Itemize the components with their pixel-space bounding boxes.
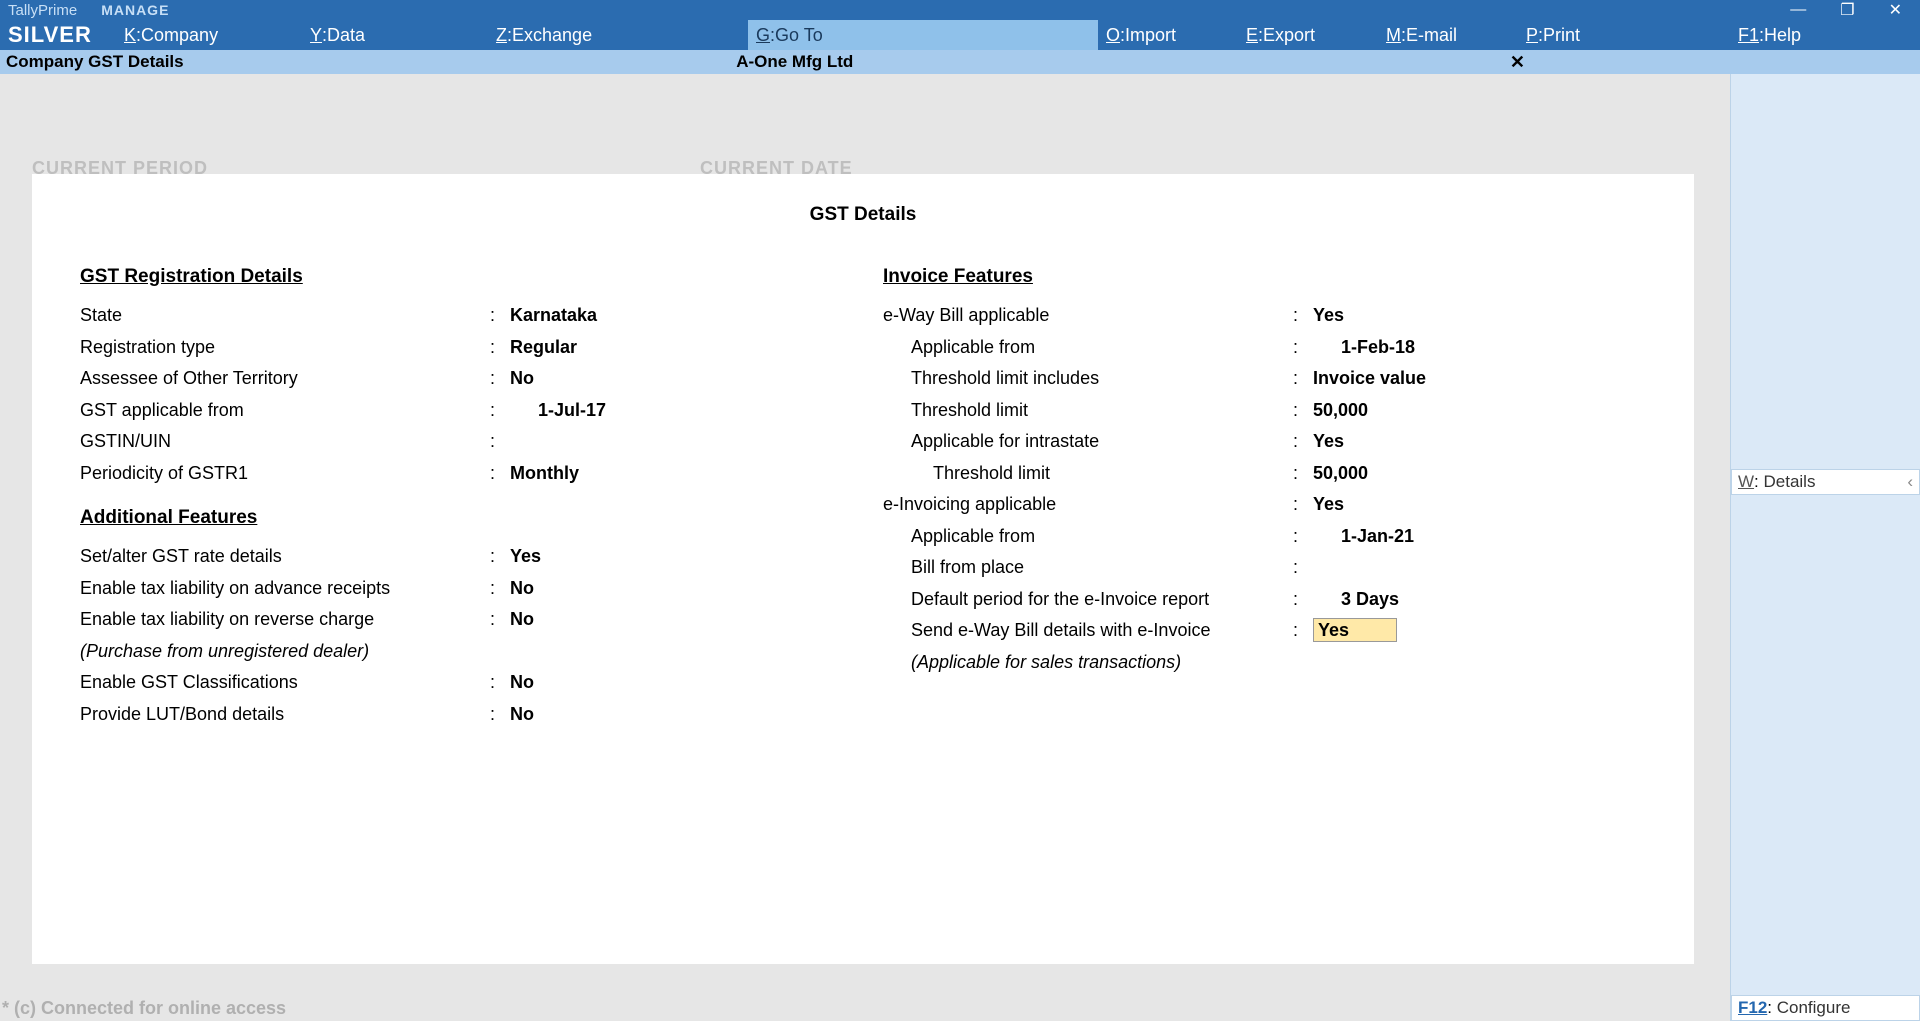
left-column: GST Registration Details State:Karnataka…: [80, 256, 843, 730]
rev-value[interactable]: No: [510, 604, 843, 636]
manage-link[interactable]: MANAGE: [101, 2, 169, 18]
reg-heading: GST Registration Details: [80, 266, 843, 288]
menu-print[interactable]: P:Print: [1518, 20, 1658, 50]
eway-value[interactable]: Yes: [1313, 300, 1646, 332]
eway-thr-value[interactable]: 50,000: [1313, 395, 1646, 427]
company-name: A-One Mfg Ltd: [736, 52, 853, 72]
menu-help[interactable]: F1:Help: [1730, 25, 1920, 46]
eway-intra-value[interactable]: Yes: [1313, 426, 1646, 458]
inv-heading: Invoice Features: [883, 266, 1646, 288]
breadcrumb: Company GST Details A-One Mfg Ltd ✕: [0, 50, 1730, 74]
gst-details-form: GST Details GST Registration Details Sta…: [32, 174, 1694, 964]
rev-note: (Purchase from unregistered dealer): [80, 636, 490, 668]
menu-goto[interactable]: G:Go To: [748, 20, 1098, 50]
state-label: State: [80, 300, 490, 332]
right-column: Invoice Features e-Way Bill applicable:Y…: [883, 256, 1646, 730]
defp-value[interactable]: 3 Days: [1313, 584, 1646, 616]
brand: TallyPrime: [8, 2, 77, 19]
period-value[interactable]: Monthly: [510, 458, 843, 490]
gstfrom-label: GST applicable from: [80, 395, 490, 427]
lut-label: Provide LUT/Bond details: [80, 699, 490, 731]
bill-value[interactable]: [1313, 552, 1646, 584]
lut-value[interactable]: No: [510, 699, 843, 731]
status-bar: * (c) Connected for online access: [0, 995, 1730, 1021]
eway-intra-label: Applicable for intrastate: [883, 426, 1293, 458]
state-value[interactable]: Karnataka: [510, 300, 843, 332]
eway-inc-value[interactable]: Invoice value: [1313, 363, 1646, 395]
right-panel: W: Details‹ F12: Configure: [1730, 74, 1920, 1021]
screen-title: Company GST Details: [0, 52, 184, 72]
title-bar: TallyPrime MANAGE: [0, 0, 1730, 20]
einv-value[interactable]: Yes: [1313, 489, 1646, 521]
eway-from-label: Applicable from: [883, 332, 1293, 364]
assessee-label: Assessee of Other Territory: [80, 363, 490, 395]
gstin-value[interactable]: [510, 426, 843, 458]
window-controls: — ❐ ✕: [1790, 0, 1920, 20]
einv-from-label: Applicable from: [883, 521, 1293, 553]
menu-export[interactable]: E:Export: [1238, 20, 1378, 50]
assessee-value[interactable]: No: [510, 363, 843, 395]
maximize-icon[interactable]: ❐: [1840, 0, 1854, 20]
menu-email[interactable]: M:E-mail: [1378, 20, 1518, 50]
eway-from-value[interactable]: 1-Feb-18: [1313, 332, 1646, 364]
eway-thr-label: Threshold limit: [883, 395, 1293, 427]
bill-label: Bill from place: [883, 552, 1293, 584]
menu-company[interactable]: K:Company: [116, 20, 302, 50]
adv-label: Enable tax liability on advance receipts: [80, 573, 490, 605]
adv-value[interactable]: No: [510, 573, 843, 605]
eway-inc-label: Threshold limit includes: [883, 363, 1293, 395]
eway-intra-thr-label: Threshold limit: [883, 458, 1293, 490]
minimize-icon[interactable]: —: [1790, 1, 1806, 19]
rate-label: Set/alter GST rate details: [80, 541, 490, 573]
defp-label: Default period for the e-Invoice report: [883, 584, 1293, 616]
workspace: CURRENT PERIOD CURRENT DATE GST Details …: [0, 74, 1730, 1021]
menu-bar: SILVER K:Company Y:Data Z:Exchange G:Go …: [0, 20, 1730, 50]
gstfrom-value[interactable]: 1-Jul-17: [510, 395, 843, 427]
rate-value[interactable]: Yes: [510, 541, 843, 573]
edition: SILVER: [8, 22, 116, 48]
addl-heading: Additional Features: [80, 507, 843, 529]
class-label: Enable GST Classifications: [80, 667, 490, 699]
menu-data[interactable]: Y:Data: [302, 20, 488, 50]
send-label: Send e-Way Bill details with e-Invoice: [883, 615, 1293, 647]
form-title: GST Details: [80, 204, 1646, 226]
regtype-value[interactable]: Regular: [510, 332, 843, 364]
close-window-icon[interactable]: ✕: [1889, 0, 1902, 20]
rp-configure[interactable]: F12: Configure: [1731, 995, 1920, 1021]
close-icon[interactable]: ✕: [1510, 52, 1525, 73]
rev-label: Enable tax liability on reverse charge: [80, 604, 490, 636]
menu-import[interactable]: O:Import: [1098, 20, 1238, 50]
einv-from-value[interactable]: 1-Jan-21: [1313, 521, 1646, 553]
class-value[interactable]: No: [510, 667, 843, 699]
rp-details[interactable]: W: Details‹: [1731, 469, 1920, 495]
eway-intra-thr-value[interactable]: 50,000: [1313, 458, 1646, 490]
send-note: (Applicable for sales transactions): [883, 647, 1293, 679]
einv-label: e-Invoicing applicable: [883, 489, 1293, 521]
menu-exchange[interactable]: Z:Exchange: [488, 20, 748, 50]
eway-label: e-Way Bill applicable: [883, 300, 1293, 332]
period-label: Periodicity of GSTR1: [80, 458, 490, 490]
send-value[interactable]: Yes: [1313, 618, 1397, 642]
gstin-label: GSTIN/UIN: [80, 426, 490, 458]
regtype-label: Registration type: [80, 332, 490, 364]
